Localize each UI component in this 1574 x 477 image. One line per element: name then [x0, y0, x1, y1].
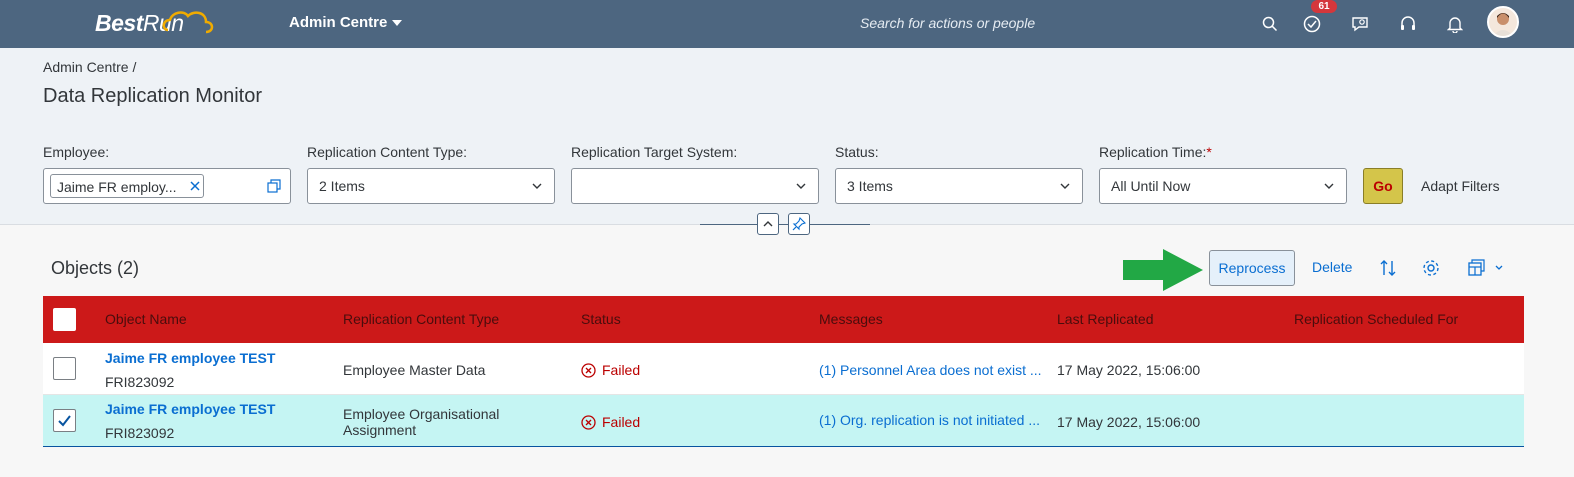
- logo-text-bold: Best: [95, 10, 143, 36]
- page-header: Admin Centre / Data Replication Monitor …: [0, 48, 1574, 225]
- export-menu-button[interactable]: [1465, 257, 1507, 279]
- target-system-filter-label: Replication Target System:: [571, 144, 738, 160]
- checkmark-icon: [58, 415, 71, 427]
- delete-button[interactable]: Delete: [1312, 259, 1352, 275]
- employee-token-label: Jaime FR employ...: [57, 179, 177, 195]
- content-type-value: 2 Items: [319, 178, 365, 194]
- employee-token[interactable]: Jaime FR employ...: [50, 174, 204, 198]
- logo-cloud-icon: [162, 11, 214, 34]
- pin-icon: [792, 217, 806, 231]
- column-header-content-type[interactable]: Replication Content Type: [343, 311, 499, 327]
- status-label: Failed: [602, 362, 641, 378]
- feedback-icon[interactable]: [1348, 12, 1372, 36]
- chevron-down-icon: [1060, 183, 1070, 189]
- todo-check-icon[interactable]: [1300, 12, 1324, 36]
- required-mark: *: [1206, 144, 1212, 160]
- content-type-cell-line2: Assignment: [343, 422, 417, 438]
- column-header-messages[interactable]: Messages: [819, 311, 883, 327]
- chevron-down-icon: [796, 183, 806, 189]
- replication-time-filter-label: Replication Time:*: [1099, 144, 1212, 160]
- table-row[interactable]: Jaime FR employee TEST FRI823092 Employe…: [43, 343, 1524, 395]
- error-circle-icon: [581, 414, 596, 430]
- status-label: Failed: [602, 414, 641, 430]
- employee-filter-label: Employee:: [43, 144, 110, 160]
- green-arrow-annotation: [1123, 249, 1203, 291]
- pin-header-button[interactable]: [788, 213, 810, 235]
- page-title: Data Replication Monitor: [43, 85, 262, 107]
- target-system-select[interactable]: [571, 168, 819, 204]
- go-button[interactable]: Go: [1363, 168, 1403, 204]
- select-all-checkbox[interactable]: [53, 308, 76, 331]
- chevron-down-icon: [1324, 183, 1334, 189]
- replication-time-select[interactable]: All Until Now: [1099, 168, 1347, 204]
- app-title-menu[interactable]: Admin Centre: [289, 14, 403, 31]
- message-link[interactable]: (1) Personnel Area does not exist ...: [819, 362, 1042, 378]
- header-divider: [700, 224, 870, 225]
- object-name-link[interactable]: Jaime FR employee TEST: [105, 401, 275, 417]
- content-type-select[interactable]: 2 Items: [307, 168, 555, 204]
- error-circle-icon: [581, 362, 596, 378]
- table-row[interactable]: Jaime FR employee TEST FRI823092 Employe…: [43, 395, 1524, 447]
- chevron-up-icon: [763, 221, 773, 227]
- value-help-icon[interactable]: [267, 179, 281, 193]
- reprocess-button[interactable]: Reprocess: [1209, 250, 1295, 286]
- settings-gear-icon[interactable]: [1420, 257, 1442, 279]
- status-select[interactable]: 3 Items: [835, 168, 1083, 204]
- user-avatar[interactable]: [1487, 6, 1519, 38]
- app-title-label: Admin Centre: [289, 14, 388, 31]
- last-replicated-cell: 17 May 2022, 15:06:00: [1057, 362, 1201, 378]
- replication-time-value: All Until Now: [1111, 178, 1191, 194]
- token-remove-icon[interactable]: [190, 181, 200, 191]
- object-id: FRI823092: [105, 374, 175, 390]
- content-type-cell-line1: Employee Organisational: [343, 406, 500, 422]
- status-cell: Failed: [581, 362, 640, 378]
- replication-time-label-text: Replication Time:: [1099, 144, 1207, 160]
- column-header-scheduled-for[interactable]: Replication Scheduled For: [1294, 311, 1458, 327]
- column-header-object-name[interactable]: Object Name: [105, 311, 187, 327]
- content-type-filter-label: Replication Content Type:: [307, 144, 468, 160]
- shell-search-input[interactable]: Search for actions or people: [860, 15, 1035, 31]
- chevron-down-icon: [532, 183, 542, 189]
- status-cell: Failed: [581, 414, 640, 430]
- replication-objects-table: Object Name Replication Content Type Sta…: [43, 296, 1524, 447]
- adapt-filters-button[interactable]: Adapt Filters: [1421, 178, 1500, 194]
- search-icon[interactable]: [1258, 12, 1282, 36]
- column-header-last-replicated[interactable]: Last Replicated: [1057, 311, 1154, 327]
- caret-down-icon: [392, 20, 403, 27]
- support-headset-icon[interactable]: [1396, 12, 1420, 36]
- employee-multi-input[interactable]: Jaime FR employ...: [43, 168, 291, 204]
- notification-count-badge: 61: [1311, 0, 1337, 13]
- row-checkbox[interactable]: [53, 357, 76, 380]
- export-spreadsheet-icon: [1468, 259, 1503, 276]
- column-header-status[interactable]: Status: [581, 311, 621, 327]
- table-header-row: Object Name Replication Content Type Sta…: [43, 296, 1524, 343]
- message-link[interactable]: (1) Org. replication is not initiated ..…: [819, 412, 1040, 428]
- status-value: 3 Items: [847, 178, 893, 194]
- status-filter-label: Status:: [835, 144, 879, 160]
- last-replicated-cell: 17 May 2022, 15:06:00: [1057, 414, 1201, 430]
- object-name-link[interactable]: Jaime FR employee TEST: [105, 350, 275, 366]
- row-checkbox[interactable]: [53, 409, 76, 432]
- breadcrumb[interactable]: Admin Centre /: [43, 59, 136, 75]
- object-id: FRI823092: [105, 425, 175, 441]
- sort-icon[interactable]: [1377, 257, 1399, 279]
- collapse-header-button[interactable]: [757, 213, 779, 235]
- notification-bell-icon[interactable]: [1443, 12, 1467, 36]
- shell-bar: BestRun Admin Centre Search for actions …: [0, 0, 1574, 48]
- objects-table-title: Objects (2): [51, 258, 140, 278]
- content-type-cell: Employee Master Data: [343, 362, 486, 378]
